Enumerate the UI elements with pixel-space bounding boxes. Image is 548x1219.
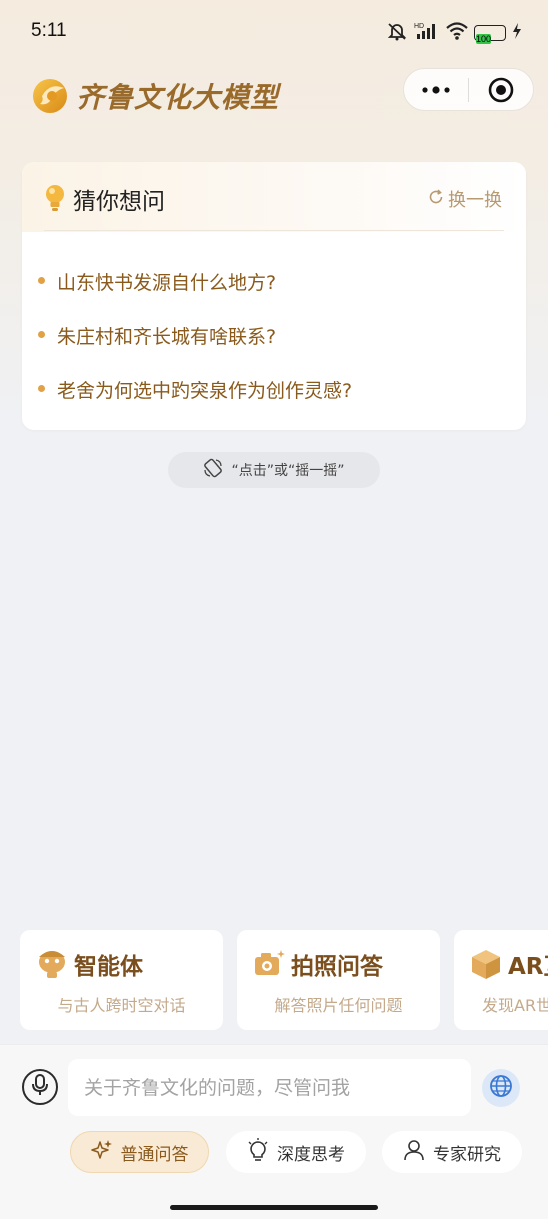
voice-input-button[interactable] [22,1069,58,1105]
suggestion-item[interactable]: 朱庄村和齐长城有啥联系? [22,308,526,362]
feature-card-ar[interactable]: AR互 发现AR世 [454,930,548,1030]
refresh-label: 换一换 [448,190,502,211]
suggestion-card-header: 猜你想问 换一换 [22,162,526,232]
status-bar: 5:11 HD 100 [0,0,548,64]
feature-subtitle: 与古人跨时空对话 [57,996,186,1015]
bullet-dot [38,276,45,284]
feature-subtitle: 发现AR世 [482,996,548,1015]
robot-icon [36,948,68,980]
shake-rotate-icon [203,458,223,482]
mode-expert-research[interactable]: 专家研究 [382,1131,522,1173]
input-area: 普通问答 深度思考 专家研究 [0,1044,548,1219]
suggestion-text: 老舍为何选中趵突泉作为创作灵感? [57,379,353,402]
hd-signal-icon: HD [414,21,440,45]
globe-icon [489,1074,513,1102]
suggestion-item[interactable]: 山东快书发源自什么地方? [22,254,526,308]
target-circle-icon[interactable] [469,69,533,110]
shake-hint[interactable]: “点击”或“摇一摇” [168,452,380,488]
suggestion-text: 山东快书发源自什么地方? [57,271,277,294]
feature-card-agent[interactable]: 智能体 与古人跨时空对话 [20,930,223,1030]
mode-normal-qa[interactable]: 普通问答 [70,1131,209,1173]
charging-icon [512,23,522,43]
shake-hint-text: “点击”或“摇一摇” [231,463,345,479]
card-divider [44,230,504,231]
suggestion-list: 山东快书发源自什么地方? 朱庄村和齐长城有啥联系? 老舍为何选中趵突泉作为创作灵… [22,254,526,416]
mode-label: 普通问答 [120,1144,189,1165]
person-icon [403,1139,425,1166]
svg-text:HD: HD [414,23,424,30]
feature-card-photo-qa[interactable]: 拍照问答 解答照片任何问题 [237,930,440,1030]
more-dots-icon[interactable] [404,69,468,110]
dnd-icon [386,21,408,45]
box-icon [470,948,502,980]
logo-icon [30,74,70,114]
feature-title: 拍照问答 [291,954,383,980]
web-search-toggle[interactable] [482,1069,520,1107]
home-indicator[interactable] [170,1205,378,1210]
bullet-dot [38,384,45,392]
refresh-button[interactable]: 换一换 [428,186,502,212]
battery-icon: 100 [474,25,506,44]
app-title: 齐鲁文化大模型 [76,81,280,114]
suggestion-card: 猜你想问 换一换 山东快书发源自什么地方? 朱庄村和齐长城有啥联系? 老舍为何选… [22,162,526,430]
suggestion-item[interactable]: 老舍为何选中趵突泉作为创作灵感? [22,362,526,416]
mode-selector: 普通问答 深度思考 专家研究 [0,1131,548,1173]
mode-label: 专家研究 [433,1144,501,1165]
feature-carousel: 智能体 与古人跨时空对话 拍照问答 解答照片任何问题 AR互 发现AR世 [20,930,548,1030]
feature-title: 智能体 [74,954,143,980]
lightbulb-icon [44,184,66,212]
refresh-icon [428,188,444,210]
mode-label: 深度思考 [277,1144,345,1165]
status-icons: HD 100 [386,22,522,44]
bulb-icon [247,1137,269,1167]
wifi-icon [446,22,468,44]
camera-icon [253,948,285,980]
app-header: 齐鲁文化大模型 [0,64,548,120]
sparkle-icon [90,1139,113,1166]
microphone-icon [31,1074,49,1100]
suggestion-text: 朱庄村和齐长城有啥联系? [57,325,277,348]
suggestion-title: 猜你想问 [73,189,165,215]
mini-program-capsule [403,68,534,111]
question-input[interactable] [68,1059,471,1116]
mode-deep-thinking[interactable]: 深度思考 [226,1131,366,1173]
feature-title: AR互 [508,954,548,980]
battery-level: 100 [476,34,492,44]
status-time: 5:11 [31,20,67,41]
bullet-dot [38,330,45,338]
feature-subtitle: 解答照片任何问题 [274,996,403,1015]
